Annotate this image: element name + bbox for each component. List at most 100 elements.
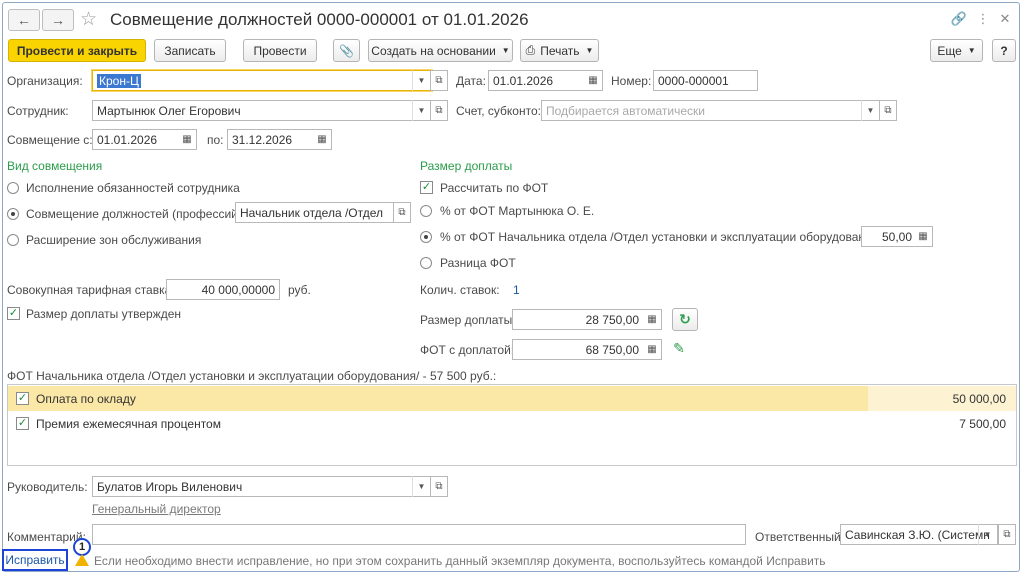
date-value: 01.01.2026	[493, 73, 554, 88]
responsible-dropdown[interactable]: ▼	[978, 524, 996, 545]
organization-field[interactable]: Крон-Ц	[92, 70, 432, 91]
post-and-close-button[interactable]: Провести и закрыть	[8, 39, 146, 62]
row-amount: 7 500,00	[959, 416, 1006, 431]
printer-icon: ⎙	[525, 43, 536, 57]
employee-label: Сотрудник:	[7, 104, 69, 118]
arrow-left-icon: ←	[17, 12, 31, 28]
dropdown-arrow-icon: ▼	[501, 46, 510, 55]
rate-field[interactable]: 40 000,00000	[166, 279, 280, 300]
table-row[interactable]: ✓ Премия ежемесячная процентом 7 500,00	[8, 411, 1016, 436]
calc-fot-checkbox[interactable]: ✓	[420, 181, 433, 194]
fot-table[interactable]: ✓ Оплата по окладу 50 000,00 ✓ Премия еж…	[7, 384, 1017, 466]
account-open-icon[interactable]: ⧉	[879, 100, 897, 121]
combination-type-title: Вид совмещения	[7, 159, 103, 173]
period-from-value: 01.01.2026	[97, 132, 158, 147]
period-to-value: 31.12.2026	[232, 132, 293, 147]
menu-dots-icon[interactable]: ⋮	[974, 10, 992, 28]
rate-label: Совокупная тарифная ставка:	[7, 283, 175, 297]
account-label: Счет, субконто:	[456, 104, 541, 118]
organization-open-icon[interactable]: ⧉	[430, 70, 448, 91]
manager-value: Булатов Игорь Виленович	[97, 479, 243, 494]
close-icon[interactable]: ✕	[996, 10, 1014, 28]
organization-dropdown[interactable]: ▼	[412, 70, 430, 91]
amount-label: Размер доплаты:	[420, 313, 516, 327]
position-field[interactable]: Начальник отдела /Отдел	[235, 202, 395, 223]
pct-head-label: % от ФОТ Начальника отдела /Отдел устано…	[440, 230, 882, 244]
approved-label: Размер доплаты утвержден	[26, 307, 182, 321]
manager-position-link[interactable]: Генеральный директор	[92, 502, 221, 516]
fix-hint-text: Если необходимо внести исправление, но п…	[94, 554, 826, 568]
radio-option-3[interactable]	[7, 234, 19, 246]
refresh-button[interactable]: ↻	[672, 308, 698, 331]
position-value: Начальник отдела /Отдел	[240, 205, 384, 220]
link-icon[interactable]: 🔗	[950, 10, 968, 28]
calendar-icon[interactable]: ▦	[314, 130, 330, 149]
print-button[interactable]: ⎙ Печать ▼	[520, 39, 599, 62]
account-field[interactable]: Подбирается автоматически	[541, 100, 881, 121]
refresh-icon: ↻	[679, 311, 691, 327]
fot-with-surcharge-value: 68 750,00	[585, 342, 639, 357]
calculator-icon[interactable]: ▦	[644, 340, 660, 359]
radio-difference[interactable]	[420, 257, 432, 269]
comment-field[interactable]	[92, 524, 746, 545]
calendar-icon[interactable]: ▦	[179, 130, 195, 149]
help-button[interactable]: ?	[992, 39, 1016, 62]
calc-fot-label: Рассчитать по ФОТ	[440, 181, 549, 195]
radio-option-1[interactable]	[7, 182, 19, 194]
manager-open-icon[interactable]: ⧉	[430, 476, 448, 497]
calendar-icon[interactable]: ▦	[585, 71, 601, 90]
number-field[interactable]: 0000-000001	[653, 70, 758, 91]
row-checkbox[interactable]: ✓	[16, 392, 29, 405]
rate-unit: руб.	[288, 283, 311, 297]
radio-pct-head[interactable]	[420, 231, 432, 243]
post-button[interactable]: Провести	[243, 39, 317, 62]
manager-field[interactable]: Булатов Игорь Виленович	[92, 476, 432, 497]
option-1-label: Исполнение обязанностей сотрудника	[26, 181, 240, 195]
number-value: 0000-000001	[658, 73, 729, 88]
create-based-on-button[interactable]: Создать на основании ▼	[368, 39, 513, 62]
approved-checkbox[interactable]: ✓	[7, 307, 20, 320]
calculator-icon[interactable]: ▦	[644, 310, 660, 329]
responsible-field[interactable]: Савинская З.Ю. (Системн	[840, 524, 998, 545]
surcharge-title: Размер доплаты	[420, 159, 513, 173]
more-button[interactable]: Еще ▼	[930, 39, 983, 62]
fot-with-surcharge-field[interactable]: 68 750,00	[512, 339, 662, 360]
account-dropdown[interactable]: ▼	[861, 100, 879, 121]
position-open-icon[interactable]: ⧉	[393, 202, 411, 223]
save-button[interactable]: Записать	[154, 39, 226, 62]
employee-open-icon[interactable]: ⧉	[430, 100, 448, 121]
row-checkbox[interactable]: ✓	[16, 417, 29, 430]
employee-dropdown[interactable]: ▼	[412, 100, 430, 121]
fot-table-caption: ФОТ Начальника отдела /Отдел установки и…	[7, 369, 497, 383]
dropdown-arrow-icon: ▼	[585, 46, 594, 55]
arrow-right-icon: →	[51, 12, 65, 28]
row-name: Оплата по окладу	[36, 391, 136, 406]
responsible-open-icon[interactable]: ⧉	[998, 524, 1016, 545]
create-based-label: Создать на основании	[371, 43, 496, 58]
period-from-label: Совмещение с:	[7, 133, 93, 147]
back-button[interactable]: ←	[8, 9, 40, 31]
calculator-icon[interactable]: ▦	[915, 227, 931, 246]
employee-field[interactable]: Мартынюк Олег Егорович	[92, 100, 432, 121]
difference-label: Разница ФОТ	[440, 256, 516, 270]
fot-with-surcharge-label: ФОТ с доплатой:	[420, 343, 515, 357]
row-name: Премия ежемесячная процентом	[36, 416, 221, 431]
table-row[interactable]: ✓ Оплата по окладу 50 000,00	[8, 386, 1016, 411]
radio-option-2[interactable]	[7, 208, 19, 220]
option-3-label: Расширение зон обслуживания	[26, 233, 202, 247]
option-2-label: Совмещение должностей (профессий)	[26, 207, 242, 221]
manager-label: Руководитель:	[7, 480, 88, 494]
warning-icon	[75, 554, 89, 566]
favorite-star-icon[interactable]: ☆	[80, 8, 97, 31]
organization-value: Крон-Ц	[97, 73, 141, 88]
manager-dropdown[interactable]: ▼	[412, 476, 430, 497]
attachments-button[interactable]: 📎	[333, 39, 360, 62]
rates-count-label: Колич. ставок:	[420, 283, 500, 297]
amount-field[interactable]: 28 750,00	[512, 309, 662, 330]
forward-button[interactable]: →	[42, 9, 74, 31]
fix-button[interactable]: Исправить	[2, 549, 68, 571]
pencil-icon[interactable]: ✎	[670, 339, 688, 357]
rates-count-link[interactable]: 1	[513, 283, 520, 297]
responsible-value: Савинская З.Ю. (Системн	[845, 527, 990, 542]
radio-pct-employee[interactable]	[420, 205, 432, 217]
